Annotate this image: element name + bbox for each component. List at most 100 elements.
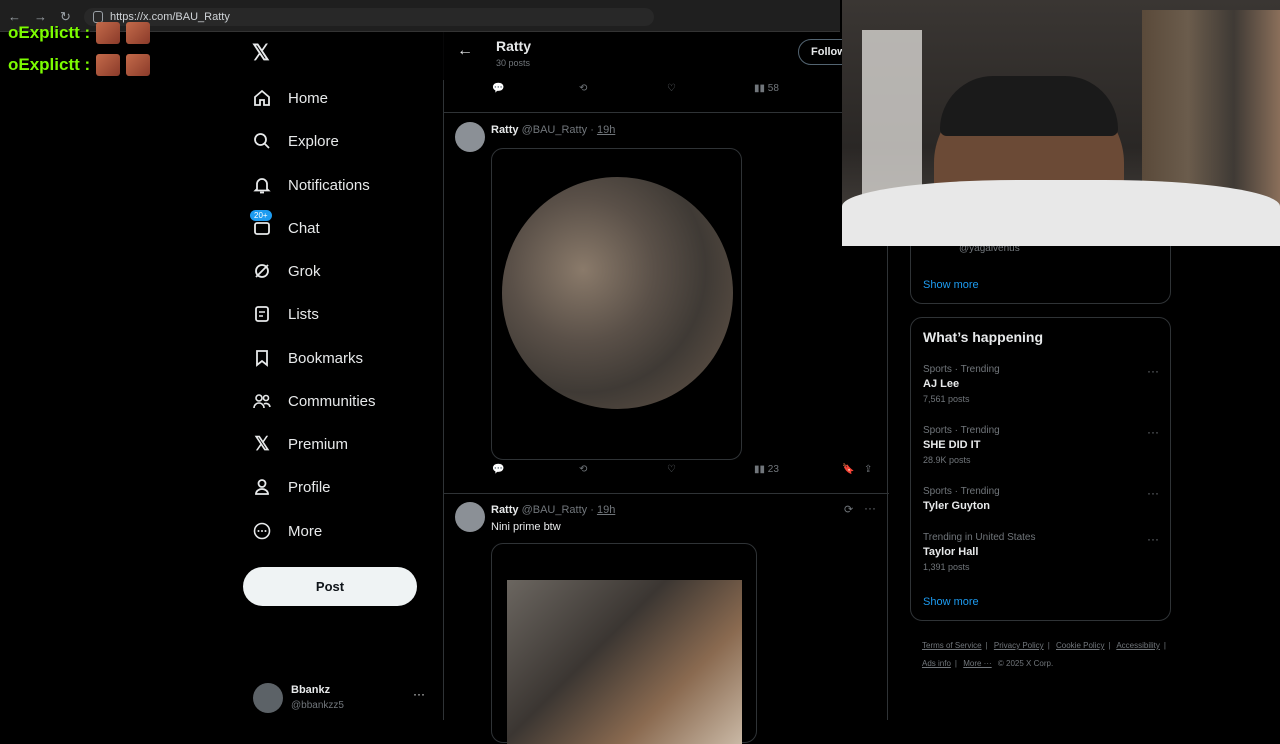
- more-icon[interactable]: ···: [413, 687, 425, 701]
- trend-item[interactable]: Sports · Trending SHE DID IT 28.9K posts…: [923, 425, 1159, 465]
- trend-item[interactable]: Sports · Trending Tyler Guyton ···: [923, 486, 1159, 512]
- webcam-overlay: [842, 0, 1280, 246]
- account-name: Bbankz: [291, 684, 331, 696]
- sidebar-item-explore[interactable]: Explore: [250, 125, 339, 157]
- sidebar-item-label: More: [288, 522, 323, 540]
- sidebar-item-label: Communities: [288, 392, 376, 410]
- sidebar-item-home[interactable]: Home: [250, 82, 328, 114]
- trend-count: 1,391 posts: [923, 562, 970, 572]
- like-icon[interactable]: ♡: [667, 464, 676, 475]
- more-icon[interactable]: ···: [1147, 532, 1159, 546]
- footer-link[interactable]: Terms of Service: [922, 641, 982, 650]
- x-icon: 𝕏: [254, 433, 270, 455]
- person-icon: [250, 475, 274, 499]
- sidebar-item-label: Notifications: [288, 176, 370, 194]
- divider: [444, 493, 889, 494]
- more-icon[interactable]: ···: [1147, 486, 1159, 500]
- bookmark-icon[interactable]: 🔖: [842, 464, 854, 475]
- reply-icon[interactable]: 💬: [492, 464, 504, 475]
- chat-username: oExplictt :: [8, 23, 91, 42]
- sidebar-item-label: Premium: [288, 435, 349, 453]
- profile-name: Ratty: [496, 38, 532, 54]
- home-icon: [250, 86, 274, 110]
- like-icon[interactable]: ♡: [667, 83, 676, 94]
- sidebar-item-label: Lists: [288, 305, 319, 323]
- trend-category: Sports · Trending: [923, 486, 1000, 497]
- tweet-header: Ratty @BAU_Ratty · 19h: [491, 124, 616, 136]
- trend-item[interactable]: Sports · Trending AJ Lee 7,561 posts ···: [923, 364, 1159, 404]
- sidebar-item-bookmarks[interactable]: Bookmarks: [250, 342, 363, 374]
- trend-name: SHE DID IT: [923, 439, 981, 451]
- trend-count: 7,561 posts: [923, 394, 970, 404]
- bell-icon: [250, 173, 274, 197]
- trend-item[interactable]: Trending in United States Taylor Hall 1,…: [923, 532, 1159, 572]
- photo-circle: [502, 177, 733, 409]
- photo: [507, 580, 742, 744]
- emote-icon: [96, 54, 121, 76]
- show-more-link[interactable]: Show more: [923, 279, 979, 291]
- tweet-image[interactable]: [491, 148, 742, 460]
- share-icon[interactable]: ⇪: [864, 464, 872, 475]
- emote-icon: [126, 22, 151, 44]
- emote-icon: [96, 22, 121, 44]
- views-icon[interactable]: ▮▮ 23: [754, 464, 779, 475]
- back-arrow-icon[interactable]: ←: [457, 42, 473, 60]
- more-circle-icon: [250, 519, 274, 543]
- sidebar-item-notifications[interactable]: Notifications: [250, 169, 370, 201]
- show-more-link[interactable]: Show more: [923, 596, 979, 608]
- whats-happening-card: What’s happening Sports · Trending AJ Le…: [910, 317, 1171, 621]
- tweet-author[interactable]: Ratty: [491, 124, 519, 136]
- account-switcher[interactable]: Bbankz @bbankzz5 ···: [253, 683, 433, 717]
- sidebar-item-more[interactable]: More: [250, 515, 322, 547]
- more-icon[interactable]: ···: [864, 501, 876, 515]
- sidebar-item-communities[interactable]: Communities: [250, 385, 376, 417]
- footer-link[interactable]: Accessibility: [1116, 641, 1160, 650]
- sidebar-item-label: Grok: [288, 262, 321, 280]
- tweet-time[interactable]: 19h: [597, 124, 615, 136]
- tweet-author[interactable]: Ratty: [491, 504, 519, 516]
- avatar[interactable]: [455, 502, 485, 532]
- post-count: 30 posts: [496, 58, 531, 68]
- footer-link[interactable]: Privacy Policy: [994, 641, 1044, 650]
- sidebar-item-chat[interactable]: 20+ Chat: [250, 210, 320, 244]
- sidebar-item-lists[interactable]: Lists: [250, 298, 319, 330]
- post-button[interactable]: Post: [243, 567, 417, 606]
- sidebar-item-profile[interactable]: Profile: [250, 471, 331, 503]
- section-title: What’s happening: [923, 329, 1044, 345]
- footer-link[interactable]: Cookie Policy: [1056, 641, 1104, 650]
- reply-icon[interactable]: 💬: [492, 83, 504, 94]
- footer-link[interactable]: Ads info: [922, 659, 951, 668]
- address-bar[interactable]: https://x.com/BAU_Ratty: [84, 8, 654, 26]
- footer-links: Terms of Service | Privacy Policy | Cookie…: [922, 641, 1166, 668]
- retweet-icon[interactable]: ⟲: [579, 464, 587, 475]
- tweet-image[interactable]: [491, 543, 757, 744]
- mail-icon: 20+: [250, 210, 274, 240]
- x-logo-icon[interactable]: 𝕏: [252, 42, 274, 64]
- people-icon: [250, 389, 274, 413]
- trend-name: Tyler Guyton: [923, 500, 991, 512]
- sidebar-item-label: Home: [288, 89, 329, 107]
- footer-link[interactable]: More ···: [963, 659, 991, 668]
- sidebar-item-grok[interactable]: Grok: [250, 255, 321, 287]
- views-icon[interactable]: ▮▮ 58: [754, 83, 779, 94]
- sidebar-item-label: Chat: [288, 219, 320, 237]
- trend-name: Taylor Hall: [923, 546, 979, 558]
- grok-icon[interactable]: ⟳: [844, 503, 853, 516]
- avatar[interactable]: [455, 122, 485, 152]
- trend-count: 28.9K posts: [923, 455, 971, 465]
- trend-category: Sports · Trending: [923, 425, 1000, 436]
- trend-category: Sports · Trending: [923, 364, 1000, 375]
- chat-username: oExplictt :: [8, 55, 91, 74]
- copyright: © 2025 X Corp.: [997, 659, 1054, 668]
- sidebar-item-label: Bookmarks: [288, 349, 364, 367]
- views-count: 58: [767, 82, 779, 94]
- tweet-handle[interactable]: @BAU_Ratty: [522, 504, 588, 516]
- more-icon[interactable]: ···: [1147, 364, 1159, 378]
- retweet-icon[interactable]: ⟲: [579, 83, 587, 94]
- more-icon[interactable]: ···: [1147, 425, 1159, 439]
- bookmark-icon: [250, 346, 274, 370]
- avatar: [253, 683, 283, 713]
- sidebar-item-premium[interactable]: 𝕏 Premium: [250, 428, 348, 460]
- tweet-handle[interactable]: @BAU_Ratty: [522, 124, 588, 136]
- tweet-time[interactable]: 19h: [597, 504, 615, 516]
